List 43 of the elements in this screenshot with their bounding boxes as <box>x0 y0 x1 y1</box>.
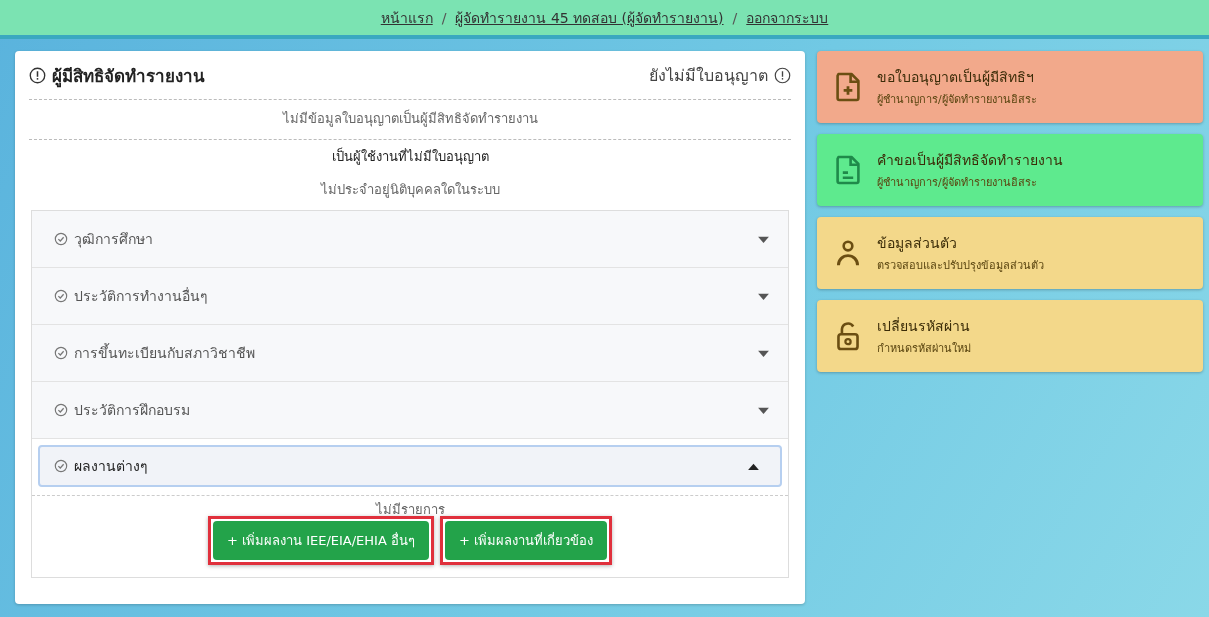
breadcrumb-link[interactable]: ออกจากระบบ <box>746 6 829 29</box>
breadcrumb-link[interactable]: ผู้จัดทำรายงาน 45 ทดสอบ (ผู้จัดทำรายงาน) <box>455 6 724 29</box>
user-type-text: เป็นผู้ใช้งานที่ไม่มีใบอนุญาต <box>331 146 489 167</box>
caret-down-icon <box>757 234 770 244</box>
menu-card-title: ข้อมูลส่วนตัว <box>877 234 958 254</box>
menu-card[interactable]: ข้อมูลส่วนตัว ตรวจสอบและปรับปรุงข้อมูลส่วนตัว <box>817 217 1203 289</box>
menu-card[interactable]: คำขอเป็นผู้มีสิทธิจัดทำรายงาน ผู้ชำนาญการ/ผู้จัดทำรายงานอิสระ <box>817 134 1203 206</box>
no-data-text: ไม่มีข้อมูลใบอนุญาตเป็นผู้มีสิทธิจัดทำรายงาน <box>282 108 538 129</box>
menu-card-subtitle: ผู้ชำนาญการ/ผู้จัดทำรายงานอิสระ <box>877 175 1038 191</box>
info-icon <box>774 66 791 84</box>
menu-card-subtitle: ผู้ชำนาญการ/ผู้จัดทำรายงานอิสระ <box>877 92 1037 108</box>
info-icon <box>29 66 46 84</box>
card-title: ผู้มีสิทธิจัดทำรายงาน <box>52 64 205 89</box>
menu-card-title: คำขอเป็นผู้มีสิทธิจัดทำรายงาน <box>877 150 1063 171</box>
accordion-header[interactable]: วุฒิการศึกษา <box>32 211 788 268</box>
check-circle-icon <box>54 232 68 246</box>
accordion-header[interactable]: การขึ้นทะเบียนกับสภาวิชาชีพ <box>32 325 788 382</box>
accordion-header[interactable]: ผลงานต่างๆ <box>38 445 782 487</box>
menu-card[interactable]: ขอใบอนุญาตเป็นผู้มีสิทธิฯ ผู้ชำนาญการ/ผู้จัดทำรายงานอิสระ <box>817 51 1203 123</box>
breadcrumb-link[interactable]: หน้าแรก <box>380 6 433 29</box>
menu-card-subtitle: ตรวจสอบและปรับปรุงข้อมูลส่วนตัว <box>877 258 1044 274</box>
unlocked-padlock-icon <box>835 320 861 352</box>
menu-card-subtitle: กำหนดรหัสผ่านใหม่ <box>877 341 971 357</box>
check-circle-icon <box>54 346 68 360</box>
document-icon <box>835 154 861 186</box>
menu-card-title: ขอใบอนุญาตเป็นผู้มีสิทธิฯ <box>877 67 1035 88</box>
license-status: ยังไม่มีใบอนุญาต <box>649 64 768 88</box>
affiliation-text: ไม่ประจำอยู่นิติบุคคลใดในระบบ <box>320 181 500 200</box>
menu-card[interactable]: เปลี่ยนรหัสผ่าน กำหนดรหัสผ่านใหม่ <box>817 300 1203 372</box>
document-plus-icon <box>835 71 861 103</box>
accordion-header[interactable]: ประวัติการทำงานอื่นๆ <box>32 268 788 325</box>
check-circle-icon <box>54 403 68 417</box>
menu-card-title: เปลี่ยนรหัสผ่าน <box>877 316 971 336</box>
breadcrumb-separator: / <box>441 9 447 26</box>
caret-up-icon <box>747 461 760 471</box>
empty-text: ไม่มีรายการ <box>375 502 445 518</box>
check-circle-icon <box>54 289 68 303</box>
caret-down-icon <box>757 291 770 301</box>
breadcrumb-separator: / <box>732 9 738 26</box>
check-circle-icon <box>54 459 68 473</box>
caret-down-icon <box>757 348 770 358</box>
caret-down-icon <box>757 405 770 415</box>
accordion-header[interactable]: ประวัติการฝึกอบรม <box>32 382 788 439</box>
